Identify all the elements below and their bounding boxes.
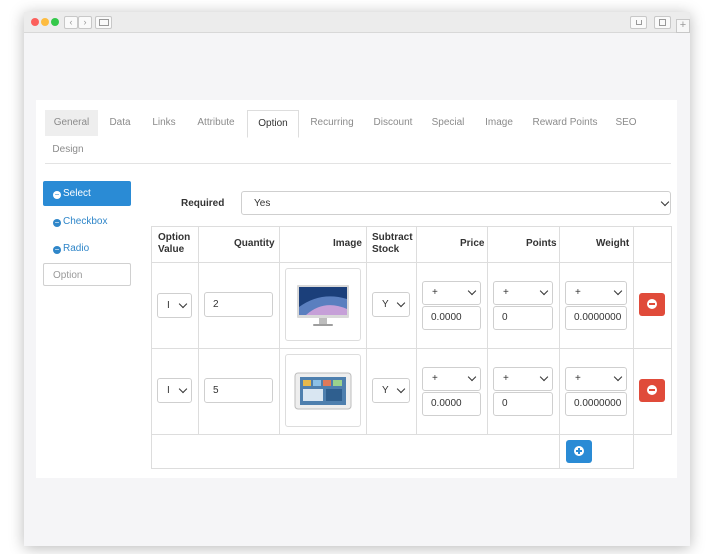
title-bar: ‹ › xyxy=(24,12,690,33)
back-arrow-icon[interactable]: ‹ xyxy=(64,16,78,29)
tab-option[interactable]: Option xyxy=(247,110,299,138)
weight-prefix-select[interactable]: + xyxy=(565,367,627,391)
header-subtract-stock: Subtract Stock xyxy=(372,232,413,256)
price-prefix-select[interactable]: + xyxy=(422,281,481,305)
tab-links[interactable]: Links xyxy=(146,110,182,136)
chevron-down-icon xyxy=(660,197,670,207)
weight-prefix-text: + xyxy=(575,373,581,384)
product-image-thumbnail[interactable] xyxy=(285,354,361,427)
tab-design[interactable]: Design xyxy=(48,137,88,163)
weight-prefix-select[interactable]: + xyxy=(565,281,627,305)
tablet-image xyxy=(294,372,352,410)
header-text: Subtract xyxy=(372,232,413,243)
header-text: Option xyxy=(158,232,191,243)
weight-input[interactable]: 0.0000000 xyxy=(565,306,627,330)
chevron-down-icon xyxy=(396,384,406,394)
price-input[interactable]: 0.0000 xyxy=(422,306,481,330)
chevron-down-icon xyxy=(539,286,549,296)
option-type-label: Radio xyxy=(63,243,90,254)
minus-circle-icon: − xyxy=(53,190,61,199)
points-prefix-select[interactable]: + xyxy=(493,281,553,305)
weight-input[interactable]: 0.0000000 xyxy=(565,392,627,416)
maximize-window-icon[interactable] xyxy=(51,18,59,26)
header-price: Price xyxy=(460,238,485,249)
header-image: Image xyxy=(333,238,362,249)
points-prefix-text: + xyxy=(503,287,509,298)
points-prefix-select[interactable]: + xyxy=(493,367,553,391)
chevron-down-icon xyxy=(467,286,477,296)
required-select-value: Yes xyxy=(254,198,271,209)
sidebar-toggle-icon[interactable] xyxy=(95,16,112,29)
quantity-input[interactable]: 5 xyxy=(204,378,273,403)
minus-circle-icon xyxy=(647,299,657,309)
minus-circle-icon xyxy=(647,385,657,395)
close-window-icon[interactable] xyxy=(31,18,39,26)
chevron-down-icon xyxy=(539,372,549,382)
tab-image[interactable]: Image xyxy=(478,110,520,136)
price-prefix-text: + xyxy=(432,373,438,384)
tab-recurring[interactable]: Recurring xyxy=(305,110,359,136)
option-type-select[interactable]: − Select xyxy=(43,181,131,206)
header-text: Stock xyxy=(372,244,400,255)
subtract-stock-select[interactable]: Y xyxy=(372,378,410,403)
chevron-down-icon xyxy=(613,286,623,296)
header-quantity: Quantity xyxy=(234,238,275,249)
tab-special[interactable]: Special xyxy=(427,110,469,136)
option-type-label: Select xyxy=(63,188,91,199)
price-prefix-text: + xyxy=(432,287,438,298)
points-prefix-text: + xyxy=(503,373,509,384)
tabs-overview-icon[interactable] xyxy=(654,16,671,29)
minus-circle-icon: − xyxy=(53,218,61,227)
option-value-text: I xyxy=(167,300,170,311)
monitor-image xyxy=(297,285,349,326)
header-text: Value xyxy=(158,244,185,255)
chevron-down-icon xyxy=(178,384,188,394)
tab-general[interactable]: General xyxy=(45,110,98,136)
header-weight: Weight xyxy=(596,238,630,249)
remove-option-value-button[interactable] xyxy=(639,379,665,402)
add-option-value-button[interactable] xyxy=(566,440,592,463)
forward-arrow-icon[interactable]: › xyxy=(78,16,92,29)
required-select[interactable]: Yes xyxy=(241,191,671,215)
tab-attribute[interactable]: Attribute xyxy=(190,110,242,136)
option-type-radio[interactable]: − Radio xyxy=(43,236,131,261)
header-option-value: Option Value xyxy=(158,232,190,256)
subtract-stock-text: Y xyxy=(382,385,389,396)
plus-circle-icon xyxy=(574,446,584,456)
option-type-checkbox[interactable]: − Checkbox xyxy=(43,209,131,234)
tab-discount[interactable]: Discount xyxy=(368,110,418,136)
price-input[interactable]: 0.0000 xyxy=(422,392,481,416)
option-type-label: Checkbox xyxy=(63,216,108,227)
share-icon[interactable] xyxy=(630,16,647,29)
points-input[interactable]: 0 xyxy=(493,392,553,416)
price-prefix-select[interactable]: + xyxy=(422,367,481,391)
tabs-divider xyxy=(45,163,671,164)
minus-circle-icon: − xyxy=(53,245,61,254)
option-autocomplete-input[interactable]: Option xyxy=(43,263,131,286)
subtract-stock-select[interactable]: Y xyxy=(372,292,410,317)
option-value-text: I xyxy=(167,385,170,396)
weight-prefix-text: + xyxy=(575,287,581,298)
quantity-input[interactable]: 2 xyxy=(204,292,273,317)
chevron-down-icon xyxy=(396,298,406,308)
points-input[interactable]: 0 xyxy=(493,306,553,330)
chevron-down-icon xyxy=(613,372,623,382)
header-points: Points xyxy=(526,238,557,249)
tab-seo[interactable]: SEO xyxy=(609,110,643,136)
new-tab-icon[interactable]: + xyxy=(676,19,690,33)
minimize-window-icon[interactable] xyxy=(41,18,49,26)
remove-option-value-button[interactable] xyxy=(639,293,665,316)
subtract-stock-text: Y xyxy=(382,299,389,310)
option-value-select[interactable]: I xyxy=(157,293,192,318)
required-label: Required xyxy=(181,198,225,209)
tab-data[interactable]: Data xyxy=(104,110,136,136)
chevron-down-icon xyxy=(467,372,477,382)
product-image-thumbnail[interactable] xyxy=(285,268,361,341)
tab-reward-points[interactable]: Reward Points xyxy=(530,110,600,136)
option-value-select[interactable]: I xyxy=(157,378,192,403)
chevron-down-icon xyxy=(178,299,188,309)
